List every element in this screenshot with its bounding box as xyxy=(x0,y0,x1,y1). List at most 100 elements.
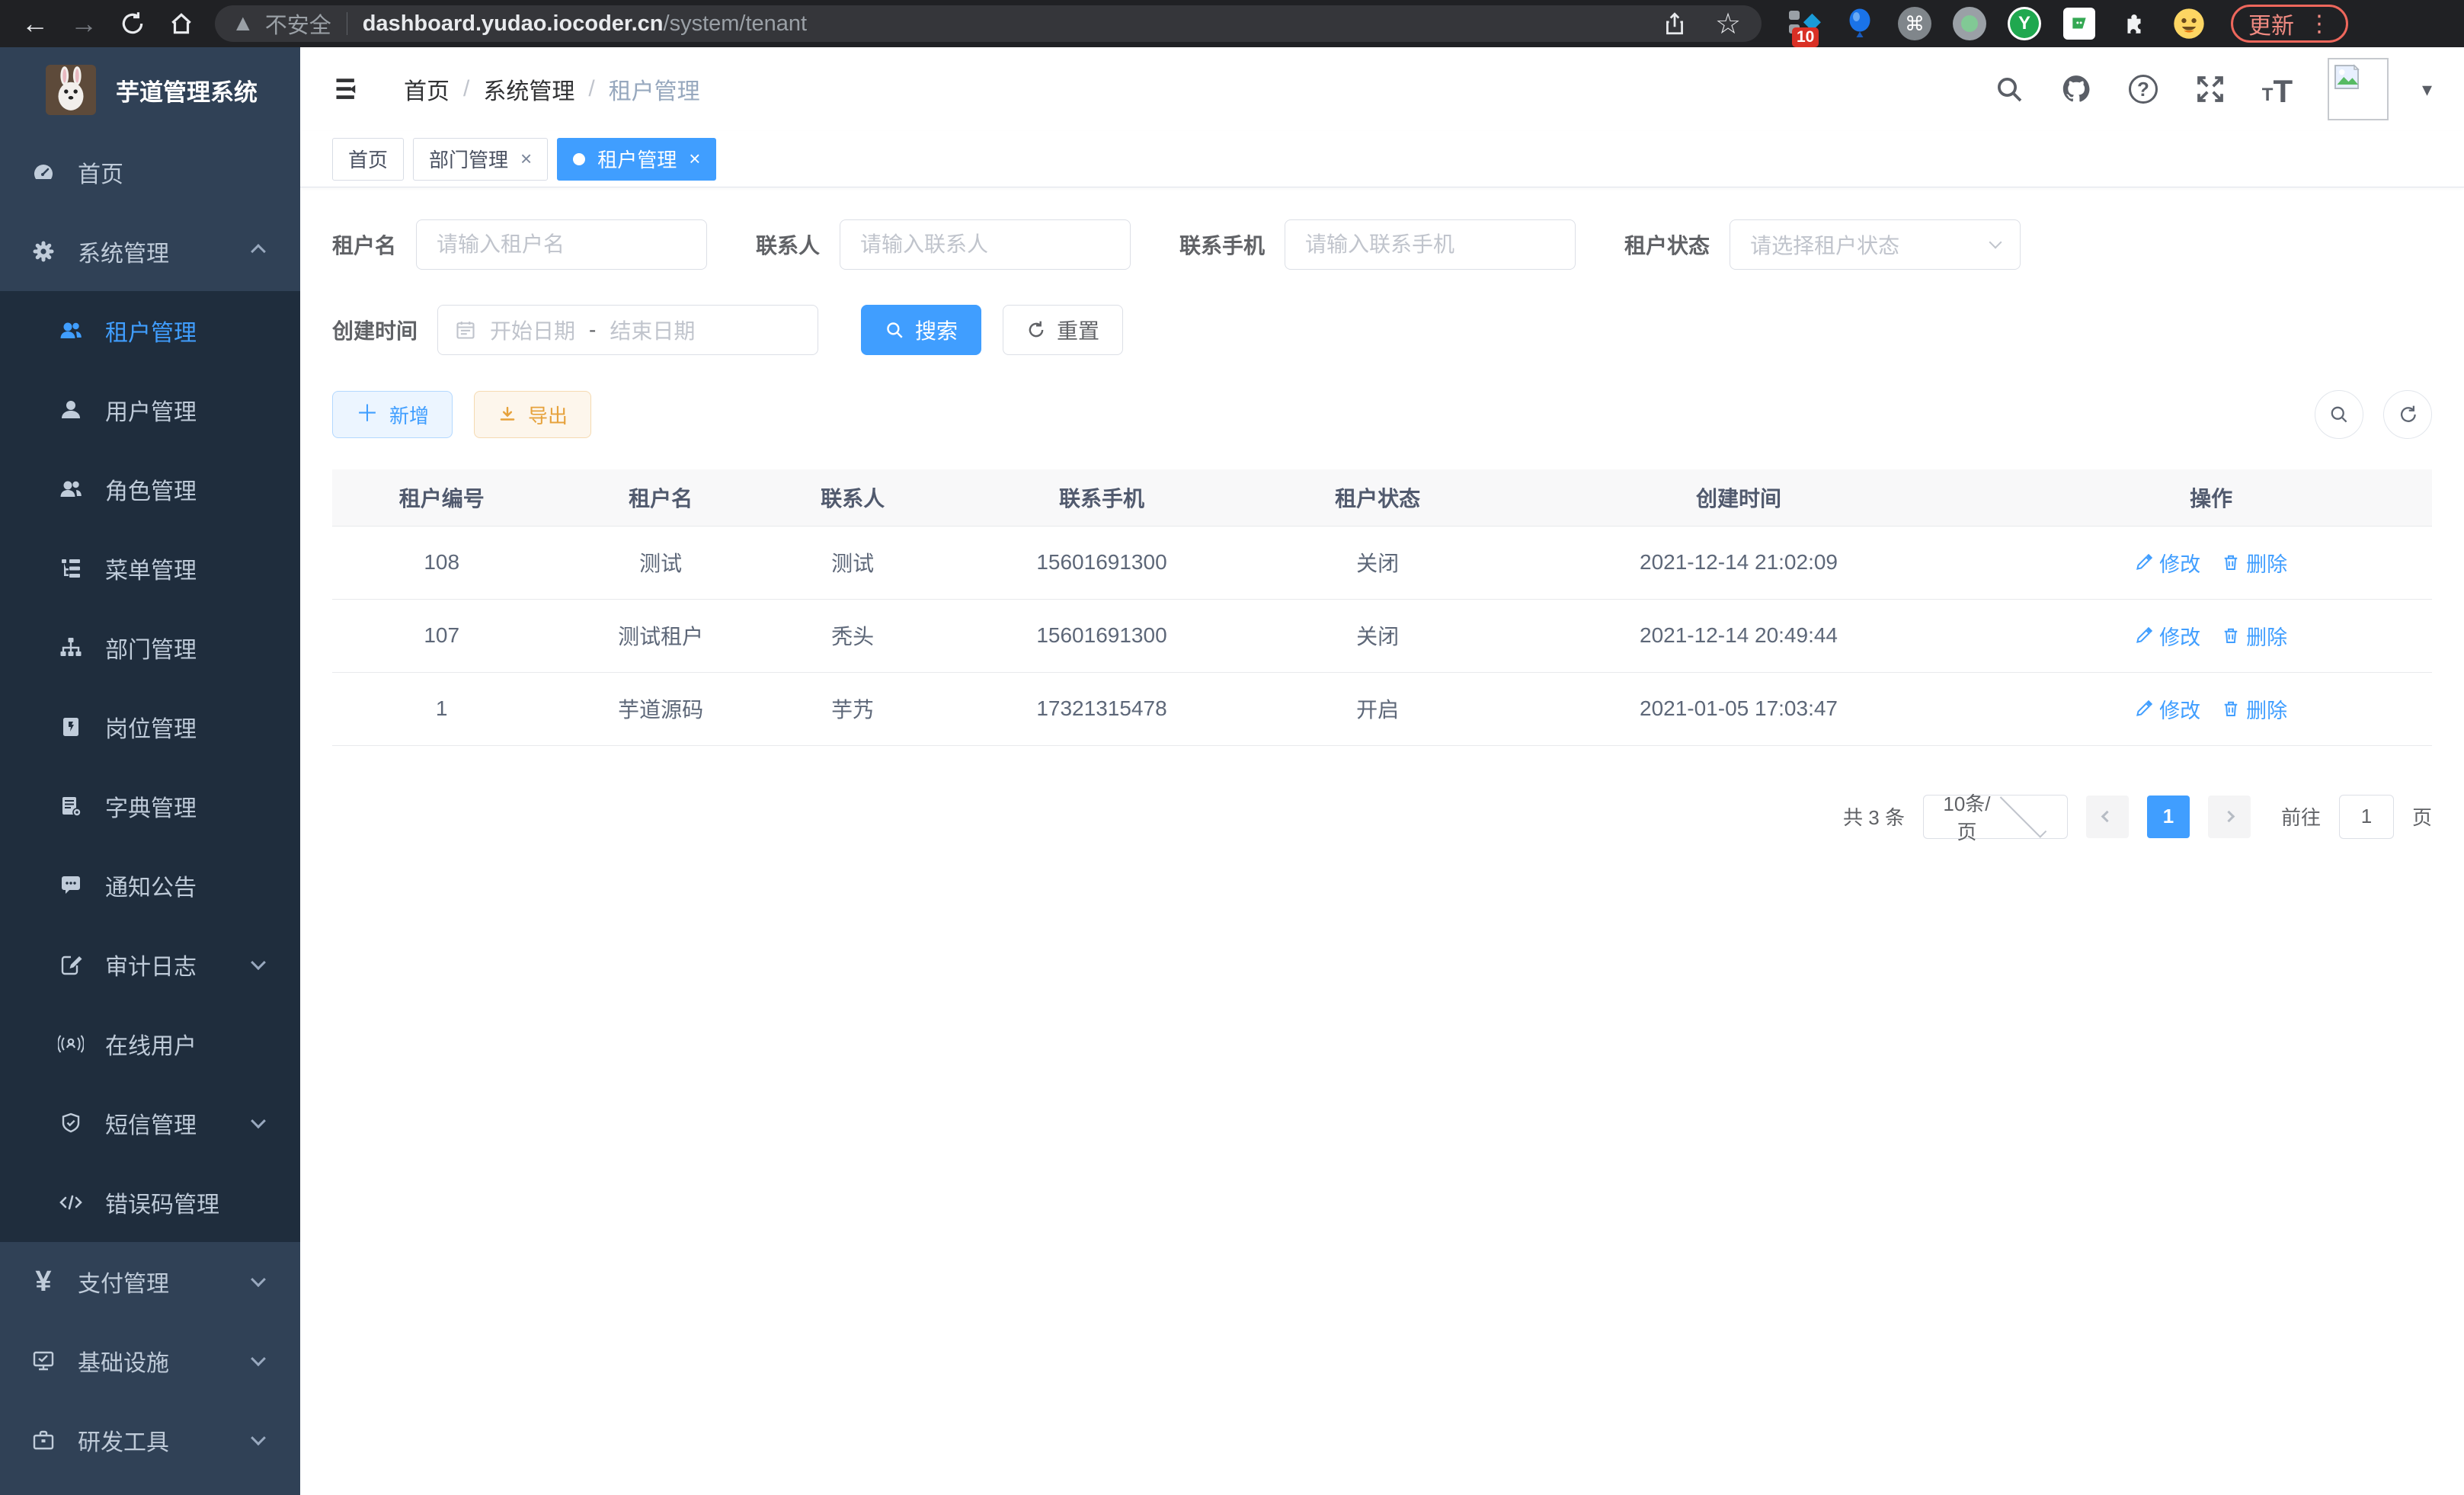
extensions-row: ◆ 10 ⌘ Y xyxy=(1787,6,2206,41)
header-search-icon[interactable] xyxy=(1992,72,2026,106)
sidebar-item-online-users[interactable]: 在线用户 xyxy=(0,1004,300,1084)
sidebar-item-infrastructure[interactable]: 基础设施 xyxy=(0,1321,300,1401)
browser-home-icon[interactable] xyxy=(160,2,203,45)
export-button[interactable]: 导出 xyxy=(474,391,591,438)
extension-emoji-icon[interactable] xyxy=(2171,6,2206,41)
app-header: 首页 / 系统管理 / 租户管理 ? TT xyxy=(300,47,2464,131)
tab-tenant[interactable]: 租户管理 × xyxy=(557,138,716,181)
extension-command-icon[interactable]: ⌘ xyxy=(1897,6,1932,41)
browser-chrome: ← → ▲ 不安全 dashboard.yudao.iocoder.cn/sys… xyxy=(0,0,2464,47)
browser-back-icon[interactable]: ← xyxy=(14,2,56,45)
online-users-icon xyxy=(58,1031,84,1057)
extensions-puzzle-icon[interactable] xyxy=(2117,6,2152,41)
delete-link[interactable]: 删除 xyxy=(2222,548,2287,578)
browser-menu-icon[interactable]: ⋮ xyxy=(2308,11,2331,37)
share-icon[interactable] xyxy=(1658,7,1691,40)
notice-bubble-icon xyxy=(58,872,84,898)
edit-link[interactable]: 修改 xyxy=(2135,548,2200,578)
toggle-search-button[interactable] xyxy=(2315,390,2363,439)
tab-close-icon[interactable]: × xyxy=(689,147,700,171)
filter-row-2: 创建时间 开始日期 - 结束日期 搜索 重置 xyxy=(332,305,2432,355)
sidebar-item-sms-management[interactable]: 短信管理 xyxy=(0,1084,300,1163)
filter-contact: 联系人 xyxy=(756,219,1131,270)
extension-y-icon[interactable]: Y xyxy=(2007,6,2042,41)
chevron-down-icon xyxy=(251,1351,266,1366)
bookmark-star-icon[interactable]: ☆ xyxy=(1711,7,1745,40)
edit-link[interactable]: 修改 xyxy=(2135,694,2200,724)
avatar[interactable] xyxy=(2328,58,2389,120)
sidebar-item-audit-log[interactable]: 审计日志 xyxy=(0,925,300,1004)
tenant-name-input[interactable] xyxy=(416,219,707,270)
sidebar-item-dict-management[interactable]: 字典管理 xyxy=(0,767,300,846)
date-range-picker[interactable]: 开始日期 - 结束日期 xyxy=(437,305,818,355)
security-label[interactable]: 不安全 xyxy=(265,8,331,40)
extension-balloon-icon[interactable] xyxy=(1842,6,1877,41)
tab-close-icon[interactable]: × xyxy=(520,147,532,171)
contact-input[interactable] xyxy=(840,219,1131,270)
app-logo-row[interactable]: 芋道管理系统 xyxy=(0,47,300,133)
address-bar[interactable]: ▲ 不安全 dashboard.yudao.iocoder.cn/system/… xyxy=(215,5,1762,42)
sidebar-item-post-management[interactable]: 岗位管理 xyxy=(0,687,300,767)
sidebar-item-dev-tools[interactable]: 研发工具 xyxy=(0,1401,300,1480)
sidebar-item-system-management[interactable]: 系统管理 xyxy=(0,212,300,291)
tab-department[interactable]: 部门管理 × xyxy=(413,138,548,181)
user-icon xyxy=(58,397,84,423)
sidebar-item-tenant-management[interactable]: 租户管理 xyxy=(0,291,300,370)
header-actions: ? TT ▾ xyxy=(1992,58,2432,120)
next-page-button[interactable] xyxy=(2208,796,2251,838)
tab-home[interactable]: 首页 xyxy=(332,138,404,181)
roles-icon xyxy=(58,476,84,502)
sidebar-item-user-management[interactable]: 用户管理 xyxy=(0,370,300,450)
url-text[interactable]: dashboard.yudao.iocoder.cn/system/tenant xyxy=(363,11,807,37)
sidebar-collapse-icon[interactable] xyxy=(332,72,366,106)
page-size-select[interactable]: 10条/页 xyxy=(1923,795,2068,839)
refresh-table-button[interactable] xyxy=(2383,390,2432,439)
breadcrumb-system[interactable]: 系统管理 xyxy=(483,72,574,106)
menu-tree-icon xyxy=(58,555,84,581)
font-size-icon[interactable]: TT xyxy=(2261,72,2294,106)
filter-mobile: 联系手机 xyxy=(1179,219,1576,270)
sidebar-item-home[interactable]: 首页 xyxy=(0,133,300,212)
sidebar: 芋道管理系统 首页 系统管理 租户管理 用户管理 xyxy=(0,47,300,1495)
sidebar-item-notice[interactable]: 通知公告 xyxy=(0,846,300,925)
mobile-input[interactable] xyxy=(1285,219,1576,270)
add-button[interactable]: ＋ 新增 xyxy=(332,391,453,438)
browser-update-button[interactable]: 更新 ⋮ xyxy=(2231,5,2348,43)
browser-forward-icon[interactable]: → xyxy=(62,2,105,45)
github-icon[interactable] xyxy=(2059,72,2093,106)
trash-icon xyxy=(2222,626,2240,645)
breadcrumb-home[interactable]: 首页 xyxy=(404,72,450,106)
page-content: 租户名 联系人 联系手机 租户状态 请选择租户状态 xyxy=(300,187,2464,1495)
extension-chat-icon[interactable] xyxy=(2062,6,2097,41)
status-select[interactable]: 请选择租户状态 xyxy=(1730,219,2021,270)
prev-page-button[interactable] xyxy=(2086,796,2129,838)
delete-link[interactable]: 删除 xyxy=(2222,621,2287,651)
fullscreen-icon[interactable] xyxy=(2194,72,2227,106)
extension-tabs-icon[interactable]: ◆ 10 xyxy=(1787,6,1822,41)
browser-reload-icon[interactable] xyxy=(111,2,154,45)
pagination-total: 共 3 条 xyxy=(1843,802,1905,831)
reset-button[interactable]: 重置 xyxy=(1003,305,1123,355)
app-logo xyxy=(46,65,96,115)
app-title: 芋道管理系统 xyxy=(116,73,258,107)
url-path: /system/tenant xyxy=(664,11,808,36)
sidebar-item-error-code[interactable]: 错误码管理 xyxy=(0,1163,300,1242)
goto-page-input[interactable] xyxy=(2339,795,2394,839)
edit-link[interactable]: 修改 xyxy=(2135,621,2200,651)
extension-grey-dot-icon[interactable] xyxy=(1952,6,1987,41)
help-icon[interactable]: ? xyxy=(2126,72,2160,106)
current-page[interactable]: 1 xyxy=(2147,796,2190,838)
monitor-icon xyxy=(30,1348,56,1374)
filter-row-1: 租户名 联系人 联系手机 租户状态 请选择租户状态 xyxy=(332,219,2432,270)
sidebar-item-payment[interactable]: ¥ 支付管理 xyxy=(0,1242,300,1321)
sidebar-item-role-management[interactable]: 角色管理 xyxy=(0,450,300,529)
search-icon xyxy=(2328,404,2350,425)
chevron-up-icon xyxy=(251,244,266,259)
sidebar-item-menu-management[interactable]: 菜单管理 xyxy=(0,529,300,608)
sidebar-item-department-management[interactable]: 部门管理 xyxy=(0,608,300,687)
chevron-down-icon xyxy=(251,955,266,970)
search-button[interactable]: 搜索 xyxy=(861,305,981,355)
avatar-caret-icon[interactable]: ▾ xyxy=(2422,78,2432,101)
table-row: 107 测试租户 秃头 15601691300 关闭 2021-12-14 20… xyxy=(332,599,2432,672)
delete-link[interactable]: 删除 xyxy=(2222,694,2287,724)
